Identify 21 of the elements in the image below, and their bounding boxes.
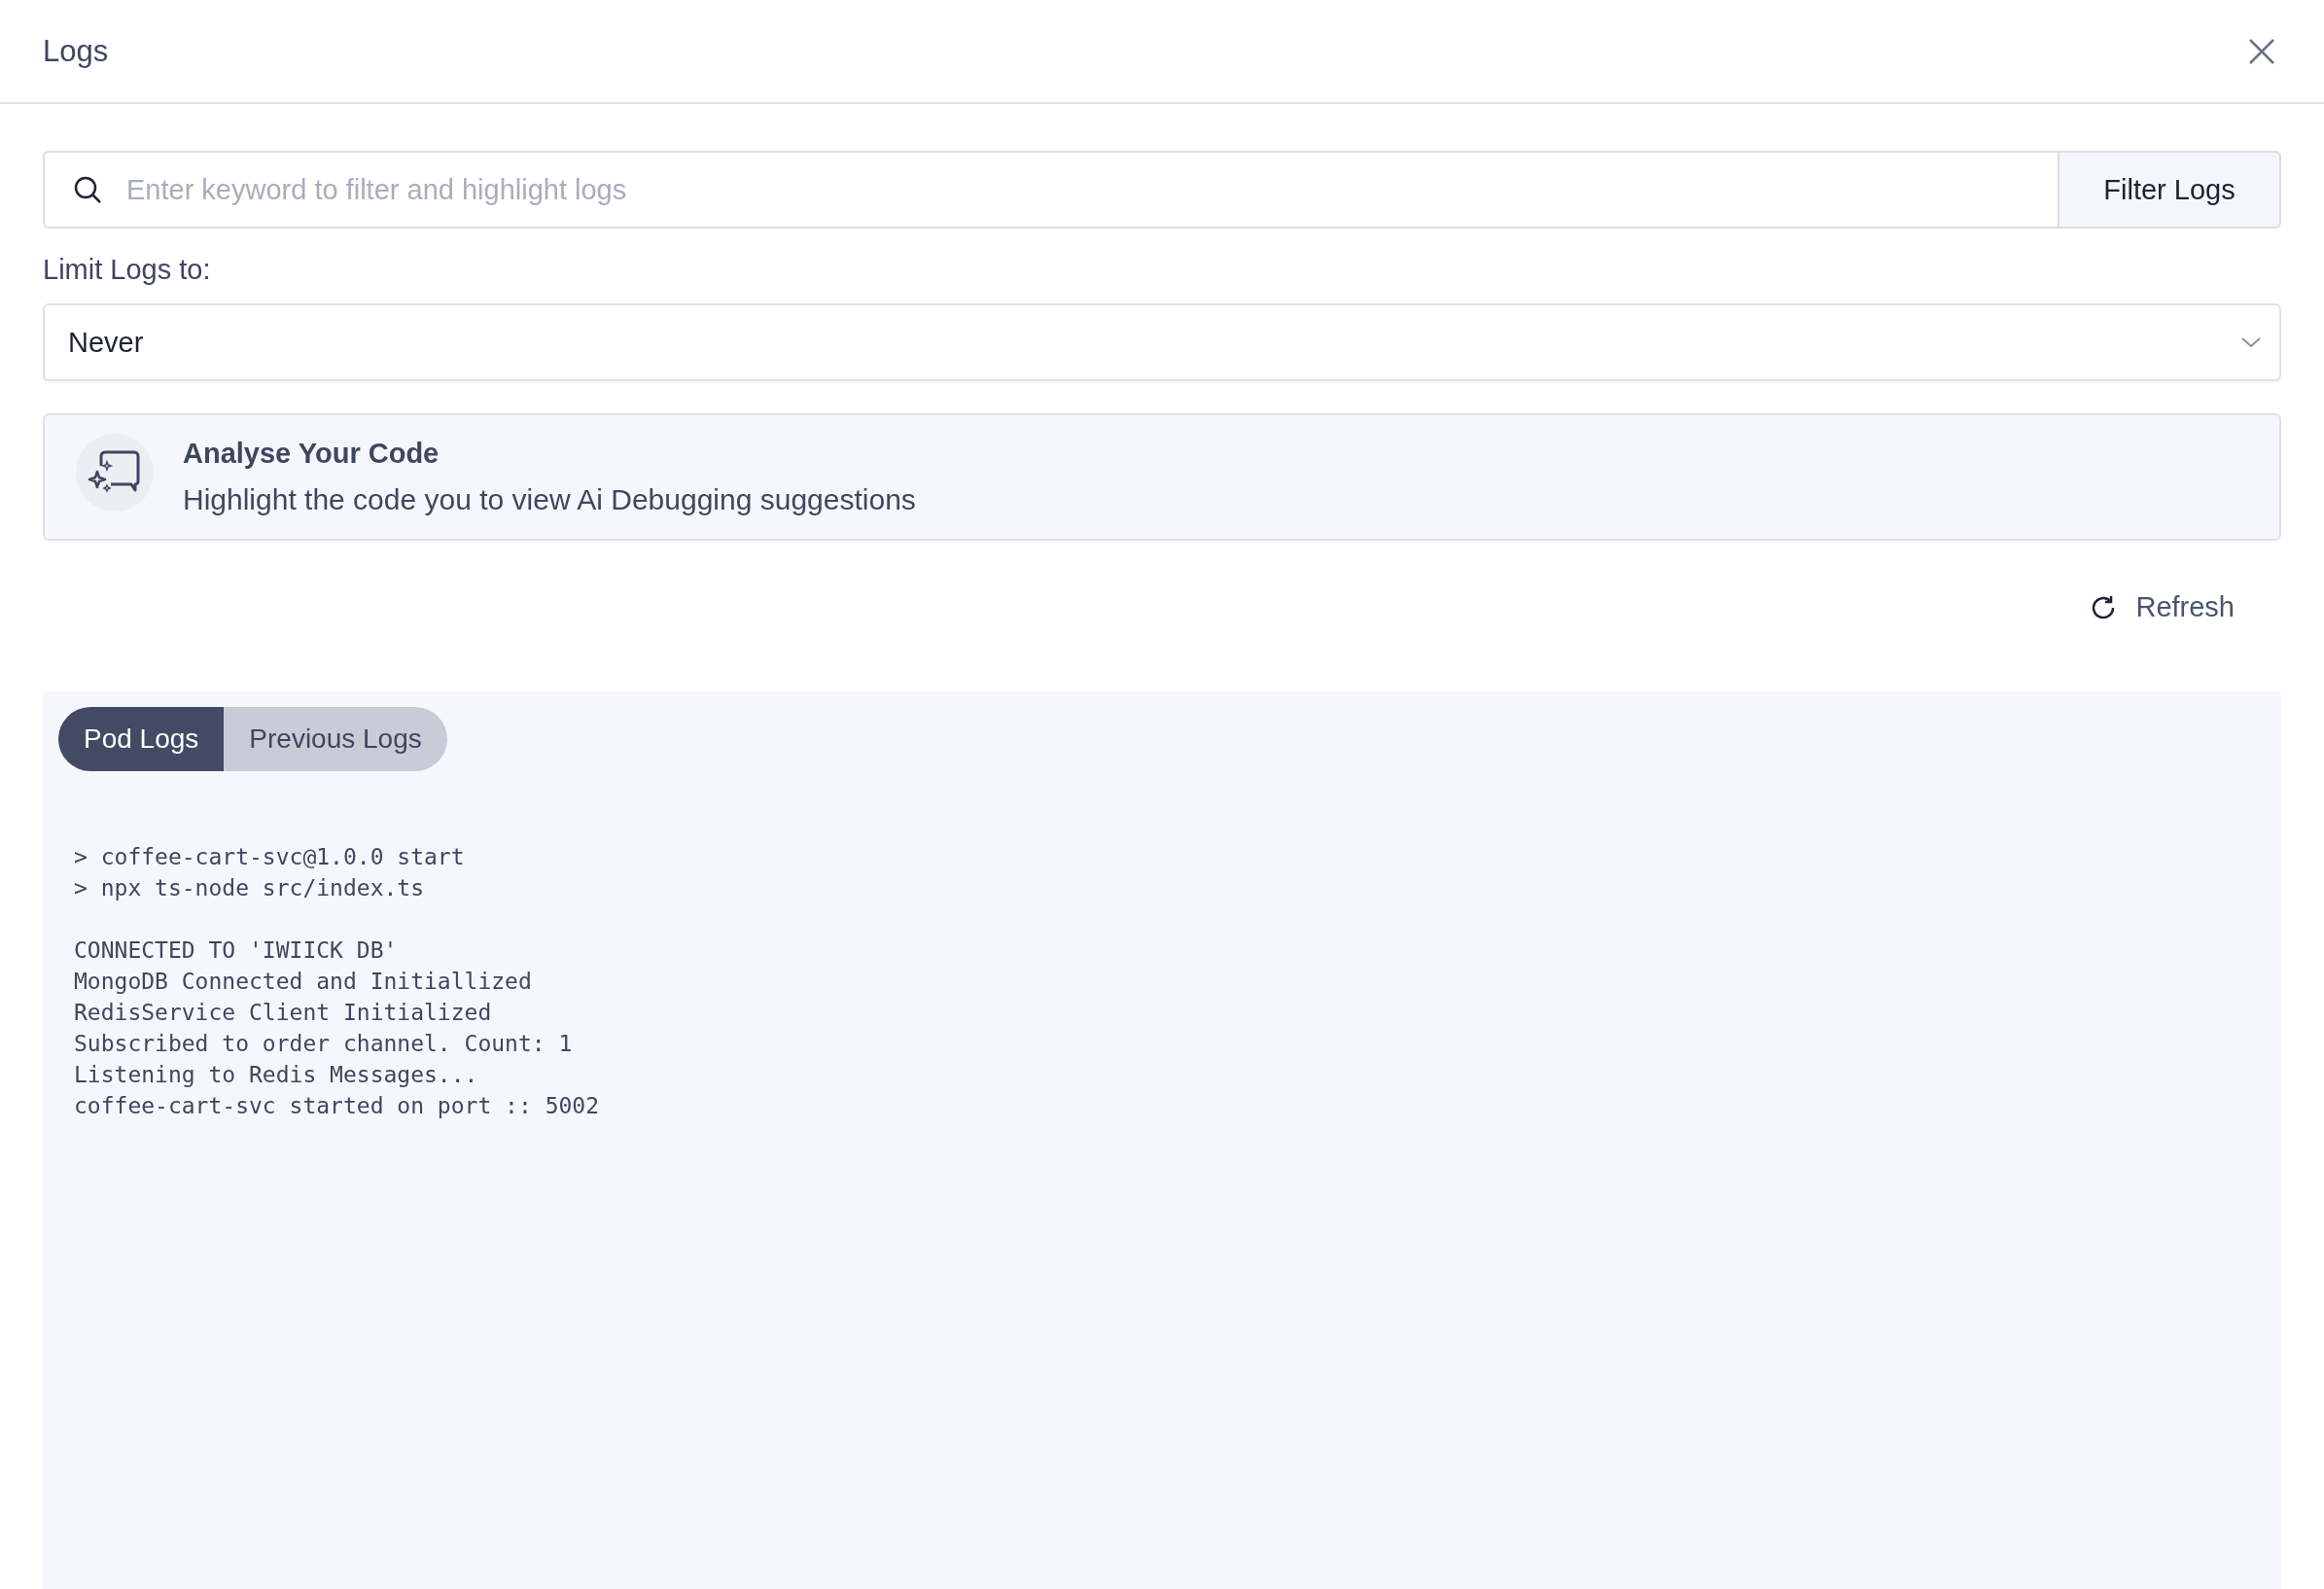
- log-line: MongoDB Connected and Initiallized: [74, 968, 533, 996]
- log-line: Subscribed to order channel. Count: 1: [74, 1030, 574, 1058]
- search-icon: [72, 174, 103, 205]
- card-text: Highlight the code you to view Ai Debugging suggestions: [183, 483, 916, 516]
- filter-logs-button[interactable]: Filter Logs: [2058, 151, 2281, 229]
- search-input[interactable]: Enter keyword to filter and highlight logs: [124, 172, 2058, 207]
- limit-label: Limit Logs to:: [43, 254, 212, 286]
- refresh-button[interactable]: Refresh: [2089, 591, 2235, 623]
- log-line: coffee-cart-svc started on port :: 5002: [74, 1092, 601, 1120]
- log-line: > npx ts-node src/index.ts: [74, 874, 426, 902]
- log-line: CONNECTED TO 'IWIICK DB': [74, 936, 399, 965]
- log-line: > coffee-cart-svc@1.0.0 start: [74, 843, 466, 871]
- search-field[interactable]: Enter keyword to filter and highlight logs: [43, 151, 2058, 229]
- limit-dropdown[interactable]: Never: [43, 303, 2281, 381]
- dialog-title: Logs: [43, 33, 109, 69]
- log-tab[interactable]: Pod Logs: [58, 707, 225, 771]
- card-title: Analyse Your Code: [183, 438, 440, 470]
- chevron-down-icon: [2240, 335, 2262, 349]
- log-line: RedisService Client Initialized: [74, 999, 493, 1027]
- log-tab[interactable]: Previous Logs: [224, 707, 447, 771]
- log-line: Listening to Redis Messages...: [74, 1061, 479, 1089]
